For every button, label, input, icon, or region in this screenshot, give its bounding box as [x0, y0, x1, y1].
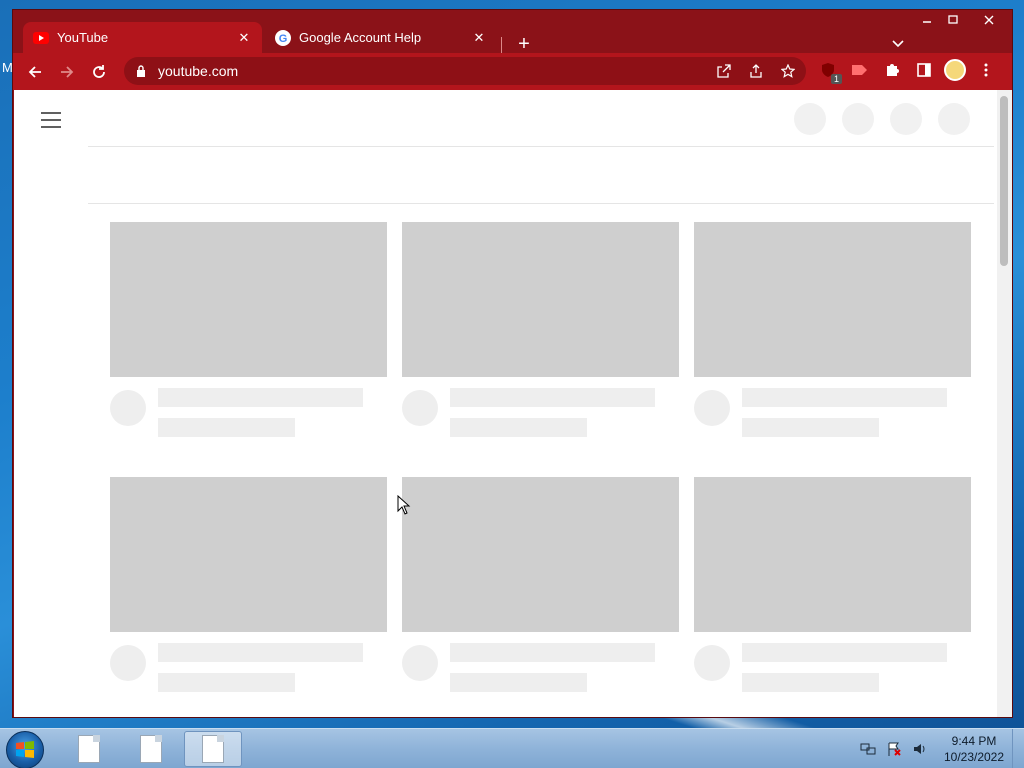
- network-icon[interactable]: [860, 741, 876, 757]
- tab-strip: YouTube ✕ G Google Account Help ✕ +: [13, 19, 1012, 55]
- ublock-count-badge: 1: [830, 74, 842, 84]
- extensions-area: 1: [816, 58, 998, 84]
- clock-date: 10/23/2022: [943, 750, 1005, 764]
- open-in-app-icon[interactable]: [712, 61, 736, 81]
- share-icon[interactable]: [744, 61, 768, 81]
- url-text[interactable]: youtube.com: [158, 63, 806, 79]
- forward-button[interactable]: [51, 56, 83, 88]
- subtitle-placeholder: [158, 418, 295, 437]
- subtitle-placeholder: [742, 673, 879, 692]
- chip-bar-divider: [88, 203, 994, 204]
- chip-bar-placeholder: [88, 147, 994, 203]
- hamburger-menu-icon[interactable]: [41, 112, 61, 133]
- title-placeholder: [450, 643, 655, 662]
- title-placeholder: [742, 643, 947, 662]
- taskbar-item-document[interactable]: [122, 731, 180, 767]
- taskbar-clock[interactable]: 9:44 PM 10/23/2022: [936, 733, 1012, 765]
- browser-toolbar: youtube.com 1: [13, 53, 1012, 90]
- header-placeholder-circle: [938, 103, 970, 135]
- subtitle-placeholder: [450, 418, 587, 437]
- video-card-skeleton[interactable]: [110, 222, 387, 437]
- title-placeholder: [742, 388, 947, 407]
- video-card-skeleton[interactable]: [402, 222, 679, 437]
- page-viewport: [14, 90, 997, 717]
- header-placeholder-circle: [842, 103, 874, 135]
- system-tray: [860, 729, 928, 768]
- taskbar-item-document[interactable]: [60, 731, 118, 767]
- close-tab-icon[interactable]: ✕: [471, 30, 487, 46]
- menu-kebab-icon[interactable]: [974, 58, 998, 82]
- channel-avatar-placeholder: [694, 390, 730, 426]
- video-card-skeleton[interactable]: [110, 477, 387, 692]
- thumbnail-placeholder[interactable]: [402, 222, 679, 377]
- channel-avatar-placeholder: [110, 390, 146, 426]
- title-placeholder: [158, 643, 363, 662]
- header-placeholder-circle: [890, 103, 922, 135]
- svg-text:G: G: [279, 33, 288, 45]
- volume-icon[interactable]: [912, 741, 928, 757]
- vertical-scrollbar[interactable]: [997, 90, 1012, 717]
- action-center-flag-icon[interactable]: [886, 741, 902, 757]
- document-icon: [78, 735, 100, 763]
- channel-avatar-placeholder: [110, 645, 146, 681]
- scrollbar-thumb[interactable]: [1000, 96, 1008, 266]
- channel-avatar-placeholder: [402, 645, 438, 681]
- lock-icon[interactable]: [136, 65, 148, 77]
- windows-logo-icon: [16, 741, 34, 758]
- subtitle-placeholder: [450, 673, 587, 692]
- video-card-skeleton[interactable]: [694, 477, 971, 692]
- tab-youtube[interactable]: YouTube ✕: [23, 22, 262, 53]
- address-bar[interactable]: youtube.com: [124, 57, 806, 85]
- side-panel-icon[interactable]: [912, 58, 936, 82]
- tab-title: YouTube: [57, 30, 109, 45]
- thumbnail-placeholder[interactable]: [110, 222, 387, 377]
- google-favicon-icon: G: [275, 29, 291, 46]
- reload-button[interactable]: [83, 56, 115, 88]
- document-icon: [202, 735, 224, 763]
- subtitle-placeholder: [158, 673, 295, 692]
- taskbar-item-document-active[interactable]: [184, 731, 242, 767]
- title-placeholder: [158, 388, 363, 407]
- thumbnail-placeholder[interactable]: [694, 222, 971, 377]
- show-desktop-button[interactable]: [1012, 729, 1024, 768]
- thumbnail-placeholder[interactable]: [402, 477, 679, 632]
- ublock-extension-icon[interactable]: 1: [816, 58, 842, 84]
- subtitle-placeholder: [742, 418, 879, 437]
- profile-avatar[interactable]: [944, 59, 966, 81]
- thumbnail-placeholder[interactable]: [110, 477, 387, 632]
- title-placeholder: [450, 388, 655, 407]
- clock-time: 9:44 PM: [951, 734, 997, 748]
- tab-google-account-help[interactable]: G Google Account Help ✕: [265, 22, 497, 53]
- document-icon: [140, 735, 162, 763]
- mouse-cursor-icon: [397, 495, 411, 515]
- start-button[interactable]: [6, 731, 44, 768]
- channel-avatar-placeholder: [402, 390, 438, 426]
- back-button[interactable]: [19, 56, 51, 88]
- tab-search-chevron-icon[interactable]: [892, 37, 904, 51]
- video-extension-icon[interactable]: [848, 58, 872, 82]
- video-card-skeleton[interactable]: [694, 222, 971, 437]
- extensions-puzzle-icon[interactable]: [880, 58, 904, 82]
- tab-title: Google Account Help: [299, 30, 422, 45]
- header-placeholder-circle: [794, 103, 826, 135]
- video-card-skeleton[interactable]: [402, 477, 679, 692]
- thumbnail-placeholder[interactable]: [694, 477, 971, 632]
- close-tab-icon[interactable]: ✕: [236, 30, 252, 46]
- youtube-favicon-icon: [33, 30, 49, 46]
- omnibox-actions: [712, 61, 800, 81]
- windows-taskbar: 9:44 PM 10/23/2022: [0, 728, 1024, 768]
- channel-avatar-placeholder: [694, 645, 730, 681]
- bookmark-star-icon[interactable]: [776, 61, 800, 81]
- chrome-window: YouTube ✕ G Google Account Help ✕ + yout…: [12, 9, 1013, 718]
